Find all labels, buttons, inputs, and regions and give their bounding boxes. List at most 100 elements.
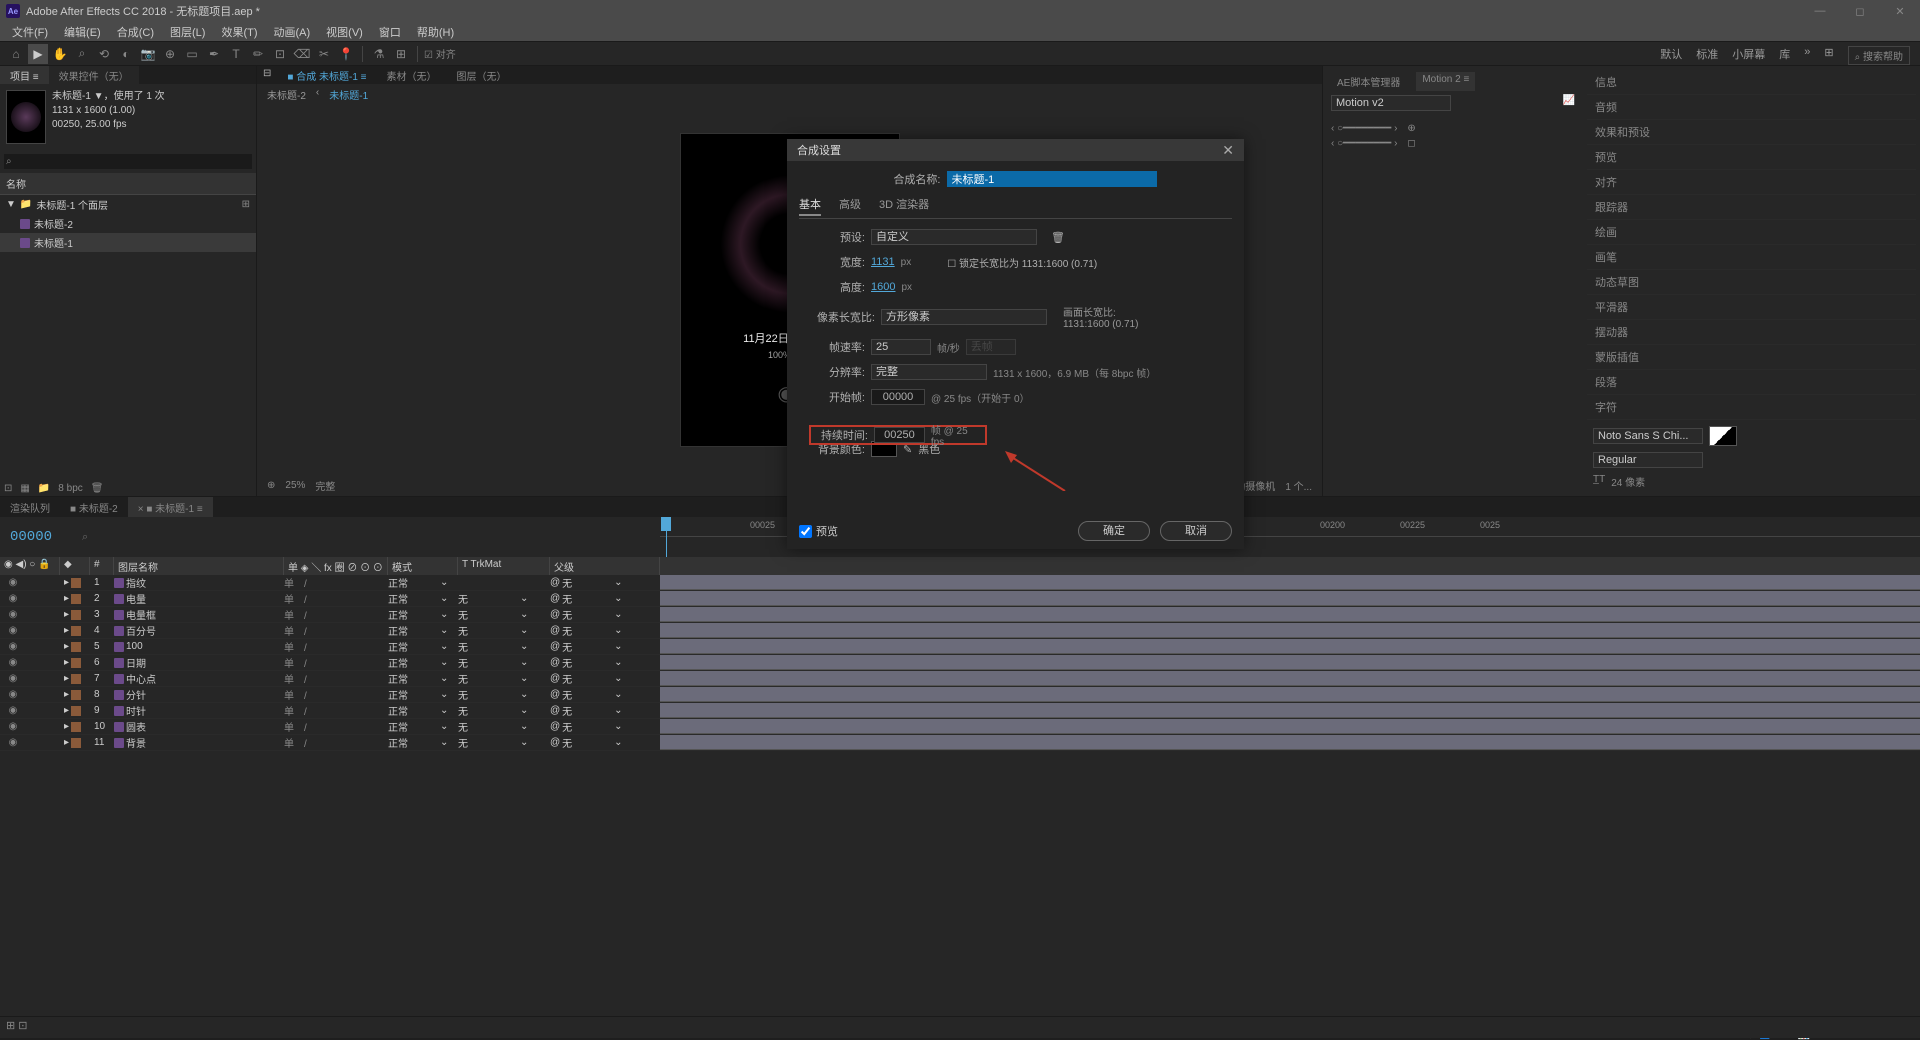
layout-icon[interactable]: ⊟	[257, 66, 277, 84]
trkmat-select[interactable]: 无⌄	[454, 639, 546, 654]
workspace-small[interactable]: 小屏幕	[1732, 46, 1765, 65]
layer-name[interactable]: 圆表	[110, 719, 280, 734]
pen-tool-icon[interactable]: ✒	[204, 44, 224, 64]
breadcrumb-item-active[interactable]: 未标题-1	[329, 87, 368, 102]
layer-row[interactable]: ◉ ▸ 5 100 单 / 正常⌄ 无⌄ @ 无⌄	[0, 639, 1920, 655]
null-icon[interactable]: ◻	[1407, 138, 1415, 149]
home-icon[interactable]: ⌂	[6, 44, 26, 64]
selection-tool-icon[interactable]: ▶	[28, 44, 48, 64]
weight-select[interactable]: Regular	[1593, 452, 1703, 468]
brush-tool-icon[interactable]: ✏	[248, 44, 268, 64]
visibility-toggle[interactable]: ◉	[4, 593, 22, 604]
panel-align[interactable]: 对齐	[1587, 170, 1916, 195]
parent-pickwhip-icon[interactable]: @	[550, 689, 560, 700]
layer-duration-bar[interactable]	[660, 671, 1920, 686]
layer-row[interactable]: ◉ ▸ 4 百分号 单 / 正常⌄ 无⌄ @ 无⌄	[0, 623, 1920, 639]
stamp-tool-icon[interactable]: ⊡	[270, 44, 290, 64]
project-tab[interactable]: 项目 ≡	[0, 66, 49, 84]
layer-duration-bar[interactable]	[660, 703, 1920, 718]
layer-name[interactable]: 背景	[110, 735, 280, 750]
menu-effect[interactable]: 效果(T)	[213, 22, 265, 42]
layer-duration-bar[interactable]	[660, 655, 1920, 670]
parent-select[interactable]: 无	[562, 687, 612, 702]
lock-aspect-checkbox[interactable]: ☐ 锁定长宽比为 1131:1600 (0.71)	[947, 255, 1097, 270]
twirl-icon[interactable]: ▸	[64, 577, 69, 588]
parent-pickwhip-icon[interactable]: @	[550, 673, 560, 684]
menu-view[interactable]: 视图(V)	[318, 22, 371, 42]
layer-name[interactable]: 电量	[110, 591, 280, 606]
preview-checkbox[interactable]	[799, 525, 812, 538]
trkmat-select[interactable]: 无⌄	[454, 703, 546, 718]
layer-row[interactable]: ◉ ▸ 9 时针 单 / 正常⌄ 无⌄ @ 无⌄	[0, 703, 1920, 719]
layer-duration-bar[interactable]	[660, 623, 1920, 638]
dropframe-select[interactable]: 丢帧	[966, 339, 1016, 355]
rotate-tool-icon[interactable]: ◐	[116, 44, 136, 64]
cancel-button[interactable]: 取消	[1160, 521, 1232, 541]
parent-pickwhip-icon[interactable]: @	[550, 721, 560, 732]
parent-select[interactable]: 无	[562, 607, 612, 622]
timeline-tab-2[interactable]: ■ 未标题-2	[60, 497, 128, 517]
col-number[interactable]: #	[90, 557, 114, 575]
playhead[interactable]	[666, 517, 667, 557]
trkmat-select[interactable]: 无⌄	[454, 607, 546, 622]
layer-duration-bar[interactable]	[660, 719, 1920, 734]
dialog-titlebar[interactable]: 合成设置 ✕	[787, 139, 1244, 161]
twirl-icon[interactable]: ▼	[6, 199, 16, 210]
layer-duration-bar[interactable]	[660, 687, 1920, 702]
trkmat-select[interactable]: 无⌄	[454, 687, 546, 702]
effects-icon[interactable]: ⚗	[369, 44, 389, 64]
options-icon[interactable]: ⊞	[391, 44, 411, 64]
col-switches[interactable]: 单 ◈ ＼ fx 圈 ⊘ ⊙ ⊙	[284, 557, 388, 575]
visibility-toggle[interactable]: ◉	[4, 577, 22, 588]
mode-select[interactable]: 正常	[388, 703, 438, 718]
layer-duration-bar[interactable]	[660, 575, 1920, 590]
layer-row[interactable]: ◉ ▸ 1 指纹 单 / 正常⌄ @ 无⌄	[0, 575, 1920, 591]
parent-select[interactable]: 无	[562, 703, 612, 718]
par-select[interactable]: 方形像素	[881, 309, 1047, 325]
color-label[interactable]	[71, 642, 81, 652]
color-label[interactable]	[71, 594, 81, 604]
color-label[interactable]	[71, 658, 81, 668]
trkmat-select[interactable]: 无⌄	[454, 591, 546, 606]
twirl-icon[interactable]: ▸	[64, 673, 69, 684]
duration-value[interactable]: 00250	[874, 427, 925, 443]
visibility-toggle[interactable]: ◉	[4, 625, 22, 636]
twirl-icon[interactable]: ▸	[64, 593, 69, 604]
resolution-select[interactable]: 完整	[871, 364, 987, 380]
current-time[interactable]: 00000	[10, 529, 52, 545]
trkmat-select[interactable]: 无⌄	[454, 735, 546, 750]
color-label[interactable]	[71, 738, 81, 748]
anchor-tool-icon[interactable]: ⊕	[160, 44, 180, 64]
anchor-icon[interactable]: ⊕	[1407, 123, 1415, 134]
menu-file[interactable]: 文件(F)	[4, 22, 56, 42]
panel-paint[interactable]: 绘画	[1587, 220, 1916, 245]
color-label[interactable]	[71, 578, 81, 588]
bpc-label[interactable]: 8 bpc	[58, 483, 82, 494]
parent-pickwhip-icon[interactable]: @	[550, 657, 560, 668]
parent-pickwhip-icon[interactable]: @	[550, 737, 560, 748]
layer-name[interactable]: 指纹	[110, 575, 280, 590]
fill-swatch[interactable]	[1709, 426, 1737, 446]
mode-select[interactable]: 正常	[388, 719, 438, 734]
color-label[interactable]	[71, 690, 81, 700]
color-label[interactable]	[71, 722, 81, 732]
col-label[interactable]: ◆	[60, 557, 90, 575]
footage-tab[interactable]: 素材（无）	[377, 66, 447, 84]
start-value[interactable]: 00000	[871, 389, 925, 405]
twirl-icon[interactable]: ▸	[64, 721, 69, 732]
menu-help[interactable]: 帮助(H)	[409, 22, 462, 42]
panel-motionsketch[interactable]: 动态草图	[1587, 270, 1916, 295]
parent-select[interactable]: 无	[562, 623, 612, 638]
layer-row[interactable]: ◉ ▸ 6 日期 单 / 正常⌄ 无⌄ @ 无⌄	[0, 655, 1920, 671]
mode-select[interactable]: 正常	[388, 671, 438, 686]
snap-label[interactable]: ☑ 对齐	[424, 46, 456, 61]
timeline-tab-1[interactable]: × ■ 未标题-1 ≡	[128, 497, 213, 517]
layer-name[interactable]: 中心点	[110, 671, 280, 686]
visibility-toggle[interactable]: ◉	[4, 641, 22, 652]
parent-pickwhip-icon[interactable]: @	[550, 641, 560, 652]
twirl-icon[interactable]: ▸	[64, 609, 69, 620]
panel-smoother[interactable]: 平滑器	[1587, 295, 1916, 320]
twirl-icon[interactable]: ▸	[64, 737, 69, 748]
workspace-default[interactable]: 默认	[1660, 46, 1682, 65]
parent-pickwhip-icon[interactable]: @	[550, 625, 560, 636]
